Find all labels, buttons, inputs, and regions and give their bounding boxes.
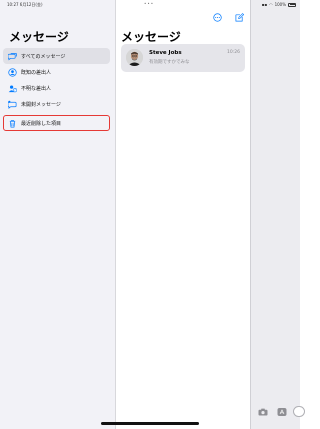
battery-percent: 100%: [274, 2, 286, 7]
detail-pane: [250, 0, 300, 429]
filter-label: すべてのメッセージ: [21, 53, 66, 60]
filter-known-senders[interactable]: 既知の差出人: [3, 64, 110, 80]
filter-all-messages[interactable]: すべてのメッセージ: [3, 48, 110, 64]
message-input-field[interactable]: [293, 406, 305, 417]
status-bar: 10:27 6月12日(金) ••• ▪▪ ◠ 100%: [0, 0, 300, 9]
battery-icon: [288, 2, 296, 7]
sidebar-title: メッセージ: [9, 30, 69, 44]
conversation-name: Steve Jobs: [149, 50, 182, 56]
filter-unknown-senders[interactable]: ? 不明な差出人: [3, 80, 110, 96]
filter-label: 不明な差出人: [21, 85, 52, 92]
conversation-list-pane: メッセージ Steve Jobs 10:26 有効期ですかでみな: [116, 0, 250, 429]
filter-recently-deleted[interactable]: 最近削除した項目: [3, 115, 110, 131]
person-circle-icon: [8, 67, 17, 77]
conversation-time: 10:26: [227, 50, 240, 55]
unread-bubble-icon: [8, 100, 17, 109]
trash-icon: [8, 119, 17, 128]
sidebar: メッセージ すべてのメッセージ 既知の差出人 ? 不明な差出人 未開封メッセージ: [0, 0, 116, 429]
status-indicators: ▪▪ ◠ 100%: [262, 2, 296, 7]
compose-icon: [235, 13, 244, 22]
camera-icon: [258, 408, 267, 415]
conversation-preview: 有効期ですかでみな: [149, 60, 190, 65]
compose-button[interactable]: [235, 13, 244, 22]
camera-button[interactable]: [257, 407, 268, 416]
filter-unread-messages[interactable]: 未開封メッセージ: [3, 96, 110, 112]
app-store-icon: [277, 407, 286, 416]
app-store-button[interactable]: [276, 407, 287, 416]
filter-label: 未開封メッセージ: [21, 101, 61, 108]
chat-bubbles-icon: [8, 52, 17, 61]
conversation-row[interactable]: Steve Jobs 10:26 有効期ですかでみな: [121, 44, 245, 72]
filter-label: 既知の差出人: [21, 69, 52, 76]
more-options-button[interactable]: [213, 13, 222, 22]
conversation-list-title: メッセージ: [121, 30, 181, 44]
wifi-icon: ◠: [269, 2, 273, 7]
status-time-date: 10:27 6月12日(金): [7, 2, 43, 7]
avatar: [126, 49, 143, 66]
filter-label: 最近削除した項目: [21, 120, 62, 127]
home-indicator[interactable]: [101, 422, 199, 425]
ellipsis-circle-icon: [213, 13, 222, 22]
signal-icon: ▪▪: [261, 2, 268, 7]
person-question-icon: ?: [8, 84, 17, 93]
multitasking-dots[interactable]: •••: [144, 1, 154, 6]
filter-list: すべてのメッセージ 既知の差出人 ? 不明な差出人 未開封メッセージ: [3, 48, 110, 112]
